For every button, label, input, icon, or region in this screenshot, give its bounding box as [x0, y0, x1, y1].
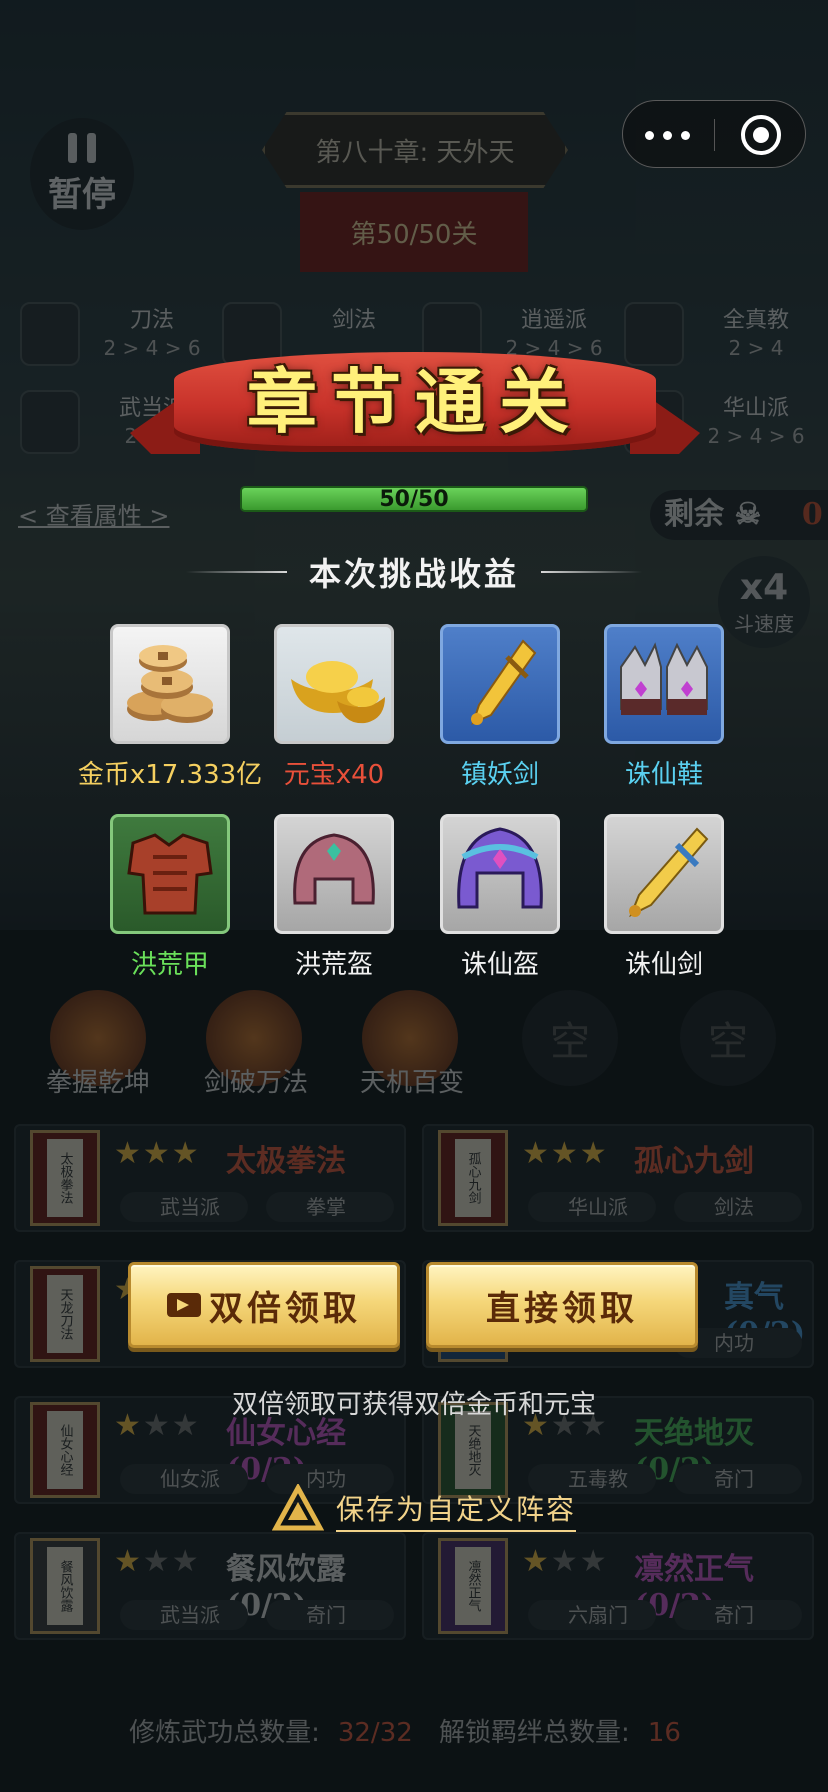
- bonds-count-value: 16: [647, 1718, 681, 1748]
- capsule-divider: [714, 119, 715, 151]
- skill-book-icon: 太极拳法: [30, 1130, 100, 1226]
- reward-label: 诛仙鞋: [624, 760, 703, 790]
- remaining-enemies: 剩余 ☠ 0: [650, 490, 828, 540]
- bonds-count-label: 解锁羁绊总数量:: [439, 1718, 630, 1748]
- rewards-section-header: 本次挑战收益: [186, 552, 643, 593]
- faction-tag: 武当派: [120, 1600, 248, 1630]
- banner-title: 章节通关: [247, 360, 583, 443]
- helmet-icon: [457, 827, 543, 909]
- skill-title: 太极拳法: [226, 1144, 346, 1179]
- save-lineup-label: 保存为自定义阵容: [336, 1488, 577, 1532]
- skill-book-icon: 餐风饮露: [30, 1538, 100, 1634]
- summary-stats: 修炼武功总数量: 32/32 解锁羁绊总数量: 16: [0, 1712, 828, 1749]
- divider-right: [541, 571, 643, 573]
- more-options-icon[interactable]: [645, 123, 705, 147]
- faction-icon: [20, 390, 80, 454]
- skill-card: 孤心九剑 ★★★ 孤心九剑 华山派 剑法: [422, 1124, 814, 1232]
- faction-tag: 武当派: [120, 1192, 248, 1222]
- pause-label: 暂停: [48, 174, 116, 215]
- faction-tag: 六扇门: [528, 1600, 656, 1630]
- reward-frame: [440, 814, 560, 934]
- skills-count-label: 修炼武功总数量:: [129, 1718, 320, 1748]
- sword-icon: [629, 827, 709, 918]
- chapter-clear-banner: 章节通关: [130, 330, 700, 470]
- pause-icon: [68, 132, 96, 163]
- type-tag: 拳掌: [266, 1192, 394, 1222]
- skill-book-icon: 孤心九剑: [438, 1130, 508, 1226]
- skill-title: 孤心九剑: [634, 1144, 754, 1179]
- faction-levels: 2 > 4 > 6: [707, 424, 805, 448]
- star-rating: ★★★: [114, 1544, 201, 1579]
- skill-book-icon: 凛然正气: [438, 1538, 508, 1634]
- faction-name: 华山派: [722, 396, 789, 421]
- faction-name: 全真教: [722, 308, 789, 333]
- remaining-label: 剩余: [664, 497, 724, 532]
- chapter-title: 第八十章: 天外天: [262, 112, 568, 188]
- faction-tag: 仙女派: [120, 1464, 248, 1494]
- double-claim-button[interactable]: 双倍领取: [128, 1262, 400, 1348]
- star-rating: ★★★: [522, 1544, 609, 1579]
- star-rating: ★★★: [114, 1136, 201, 1171]
- video-ad-icon: [167, 1293, 201, 1317]
- skill-card: 凛然正气 ★★★ 凛然正气 (0/2) 六扇门 奇门: [422, 1532, 814, 1640]
- view-attributes-link: < 查看属性 >: [18, 502, 170, 530]
- skill-name: 天机百变: [359, 1068, 464, 1098]
- reward-item: 诛仙剑: [582, 814, 746, 984]
- faction-tag: 华山派: [528, 1192, 656, 1222]
- reward-frame: [604, 624, 724, 744]
- reward-frame: [274, 814, 394, 934]
- boots-icon: [620, 642, 708, 715]
- type-tag: 剑法: [674, 1192, 802, 1222]
- stage-counter: 第50/50关: [300, 192, 528, 272]
- direct-claim-button[interactable]: 直接领取: [426, 1262, 698, 1348]
- direct-claim-label: 直接领取: [486, 1288, 638, 1329]
- divider-left: [186, 571, 287, 573]
- sword-icon: [471, 639, 537, 725]
- close-miniprogram-icon[interactable]: [741, 115, 781, 155]
- progress-text: 50/50: [379, 487, 449, 512]
- type-tag: 奇门: [674, 1600, 802, 1630]
- rewards-title: 本次挑战收益: [309, 555, 520, 593]
- gold-ingot-icon: [291, 661, 385, 724]
- reward-frame: [604, 814, 724, 934]
- faction-levels: 2 > 4: [728, 336, 784, 360]
- skill-name: 拳握乾坤: [45, 1068, 150, 1098]
- reward-frame: [110, 814, 230, 934]
- skill-card: 餐风饮露 ★★★ 餐风饮露 (0/2) 武当派 奇门: [14, 1532, 406, 1640]
- speed-value: x4: [739, 567, 789, 608]
- star-rating: ★★★: [522, 1136, 609, 1171]
- reward-frame: [110, 624, 230, 744]
- lineup-emblem-icon: [272, 1484, 324, 1531]
- pause-button: 暂停: [30, 118, 134, 230]
- armor-icon: [127, 833, 213, 915]
- skill-book-icon: 天龙刀法: [30, 1266, 100, 1362]
- type-tag: 奇门: [674, 1464, 802, 1494]
- reward-item: 诛仙鞋: [582, 624, 746, 794]
- stage-progress-bar: 50/50: [240, 486, 588, 512]
- remaining-count: 0: [801, 497, 823, 532]
- skill-name: 剑破万法: [203, 1068, 308, 1098]
- miniprogram-capsule: [622, 100, 806, 168]
- skill-card: 太极拳法 ★★★ 太极拳法 武当派 拳掌: [14, 1124, 406, 1232]
- reward-frame: [440, 624, 560, 744]
- reward-frame: [274, 624, 394, 744]
- double-claim-label: 双倍领取: [209, 1288, 361, 1329]
- type-tag: 奇门: [266, 1600, 394, 1630]
- double-claim-hint: 双倍领取可获得双倍金币和元宝: [231, 1390, 596, 1420]
- faction-icon: [20, 302, 80, 366]
- skills-count-value: 32/32: [337, 1718, 413, 1748]
- reward-label: 诛仙剑: [624, 950, 703, 980]
- empty-skill-slot: 空: [680, 990, 776, 1086]
- skull-icon: ☠: [734, 497, 762, 532]
- coins-icon: [127, 645, 213, 723]
- empty-skill-slot: 空: [522, 990, 618, 1086]
- helmet-icon: [293, 833, 375, 905]
- save-lineup-link[interactable]: 保存为自定义阵容: [272, 1484, 577, 1536]
